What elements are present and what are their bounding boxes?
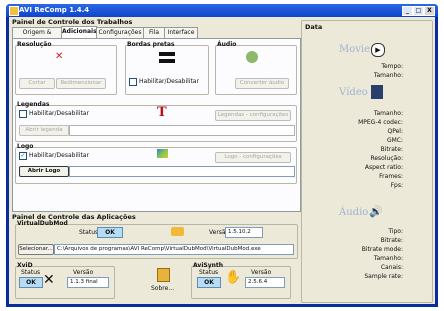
subtitle-tt-icon: T [157, 105, 167, 120]
black-bars-icon [159, 52, 175, 56]
audio-field: Bitrate: [380, 237, 403, 244]
logo-title: Logo [17, 143, 34, 150]
window-title: AVI ReComp 1.4.4 [19, 6, 90, 14]
avisynth-hand-icon: ✋ [225, 270, 242, 285]
audio-field: Tipo: [388, 228, 403, 235]
xvid-status-label: Status [21, 269, 41, 276]
tab-interface[interactable]: Interface [164, 27, 198, 38]
audio-title: Áudio [217, 41, 237, 48]
film-icon [371, 85, 383, 99]
movie-section-title: Movie [339, 44, 371, 55]
tab-configuracoes[interactable]: Configurações [96, 27, 144, 38]
avisynth-version-label: Versão [251, 269, 272, 276]
xvid-status: OK [19, 277, 43, 288]
subtitles-title: Legendas [17, 101, 50, 108]
about-book-icon[interactable] [157, 268, 170, 282]
maximize-button[interactable]: □ [413, 6, 424, 16]
data-panel-title: Data [305, 23, 323, 31]
avisynth-status-label: Status [199, 269, 219, 276]
app-icon [9, 6, 19, 16]
resize-button[interactable]: Redimensionar [56, 78, 106, 89]
xvid-title: XviD [17, 262, 33, 269]
video-field: Fps: [390, 182, 403, 189]
crop-arrows-icon: ✕ [55, 51, 64, 62]
audio-section-title: Áudio [339, 207, 369, 218]
movie-field: Tamanho: [373, 72, 403, 79]
audio-field: Tamanho: [373, 255, 403, 262]
xvid-version: 1.1.3 final [67, 277, 109, 288]
virtualdub-version: 1.5.10.2 [225, 227, 263, 238]
logo-check-label: Habilitar/Desabilitar [29, 152, 89, 159]
movie-field: Tempo: [381, 63, 403, 70]
select-virtualdub-button[interactable]: Selecionar... [18, 244, 54, 255]
video-field: GMC: [386, 137, 403, 144]
avisynth-status: OK [197, 277, 221, 288]
audio-field: Sample rate: [364, 273, 403, 280]
video-field: Aspect ratio: [364, 164, 403, 171]
subtitles-checkbox[interactable] [19, 110, 27, 118]
close-button[interactable]: X [424, 6, 435, 16]
black-bars-checkbox[interactable] [129, 78, 137, 86]
about-label[interactable]: Sobre... [151, 285, 174, 292]
tab-adicionais[interactable]: Adicionais [61, 26, 97, 38]
data-panel [301, 20, 433, 303]
minimize-button[interactable]: _ [402, 6, 413, 16]
xvid-version-label: Versão [73, 269, 94, 276]
avisynth-title: AviSynth [193, 262, 224, 269]
xvid-logo-icon: ✕ [43, 272, 55, 288]
title-bar[interactable]: AVI ReComp 1.4.4 _ □ X [6, 4, 438, 17]
open-logo-button[interactable]: Abrir Logo [19, 166, 69, 177]
folder-icon [171, 227, 184, 236]
app-window: AVI ReComp 1.4.4 _ □ X Painel de Control… [6, 4, 438, 307]
audio-convert-icon [246, 51, 258, 63]
video-field: Bitrate: [380, 146, 403, 153]
crop-button[interactable]: Cortar [19, 78, 55, 89]
virtualdub-title: VirtualDubMod [17, 220, 68, 227]
virtualdub-status-label: Status [79, 229, 99, 236]
subtitles-check-label: Habilitar/Desabilitar [29, 110, 89, 117]
avisynth-version: 2.5.6.4 [245, 277, 285, 288]
play-icon: ▶ [371, 43, 385, 57]
virtualdub-path-field[interactable]: C:\Arquivos de programas\AVI ReComp\Virt… [54, 244, 294, 255]
speaker-icon: 🔊 [369, 205, 383, 218]
open-subtitle-button[interactable]: Abrir legenda [19, 125, 69, 136]
resolution-title: Resolução [17, 41, 52, 48]
convert-audio-button[interactable]: Converter áudio [235, 78, 289, 89]
video-field: Frames: [379, 173, 403, 180]
tasks-panel-title: Painel de Controle dos Trabalhos [12, 18, 133, 26]
audio-field: Canais: [380, 264, 403, 271]
black-bars-check-label: Habilitar/Desabilitar [139, 78, 199, 85]
logo-checkbox[interactable]: ✓ [19, 152, 27, 160]
black-bars-title: Bordas pretas [127, 41, 175, 48]
virtualdub-status: OK [97, 227, 123, 238]
logo-path-field[interactable] [69, 166, 295, 177]
video-field: Tamanho: [373, 110, 403, 117]
video-field: Resolução: [370, 155, 403, 162]
video-section-title: Vídeo [339, 87, 368, 98]
window-client: Painel de Controle dos Trabalhos Origem … [9, 17, 435, 304]
subtitle-path-field[interactable] [69, 125, 295, 136]
tab-origem-destino[interactable]: Origem & Destino [12, 27, 62, 46]
tab-strip: Origem & Destino Adicionais Configuraçõe… [12, 26, 298, 46]
audio-field: Bitrate mode: [361, 246, 403, 253]
logo-config-button[interactable]: Logo - configurações [215, 152, 291, 163]
subtitles-config-button[interactable]: Legendas - configurações [215, 110, 291, 121]
logo-image-icon [157, 149, 168, 158]
video-field: MPEG-4 codec: [358, 119, 403, 126]
tab-fila[interactable]: Fila [143, 27, 165, 38]
video-field: QPel: [387, 128, 403, 135]
